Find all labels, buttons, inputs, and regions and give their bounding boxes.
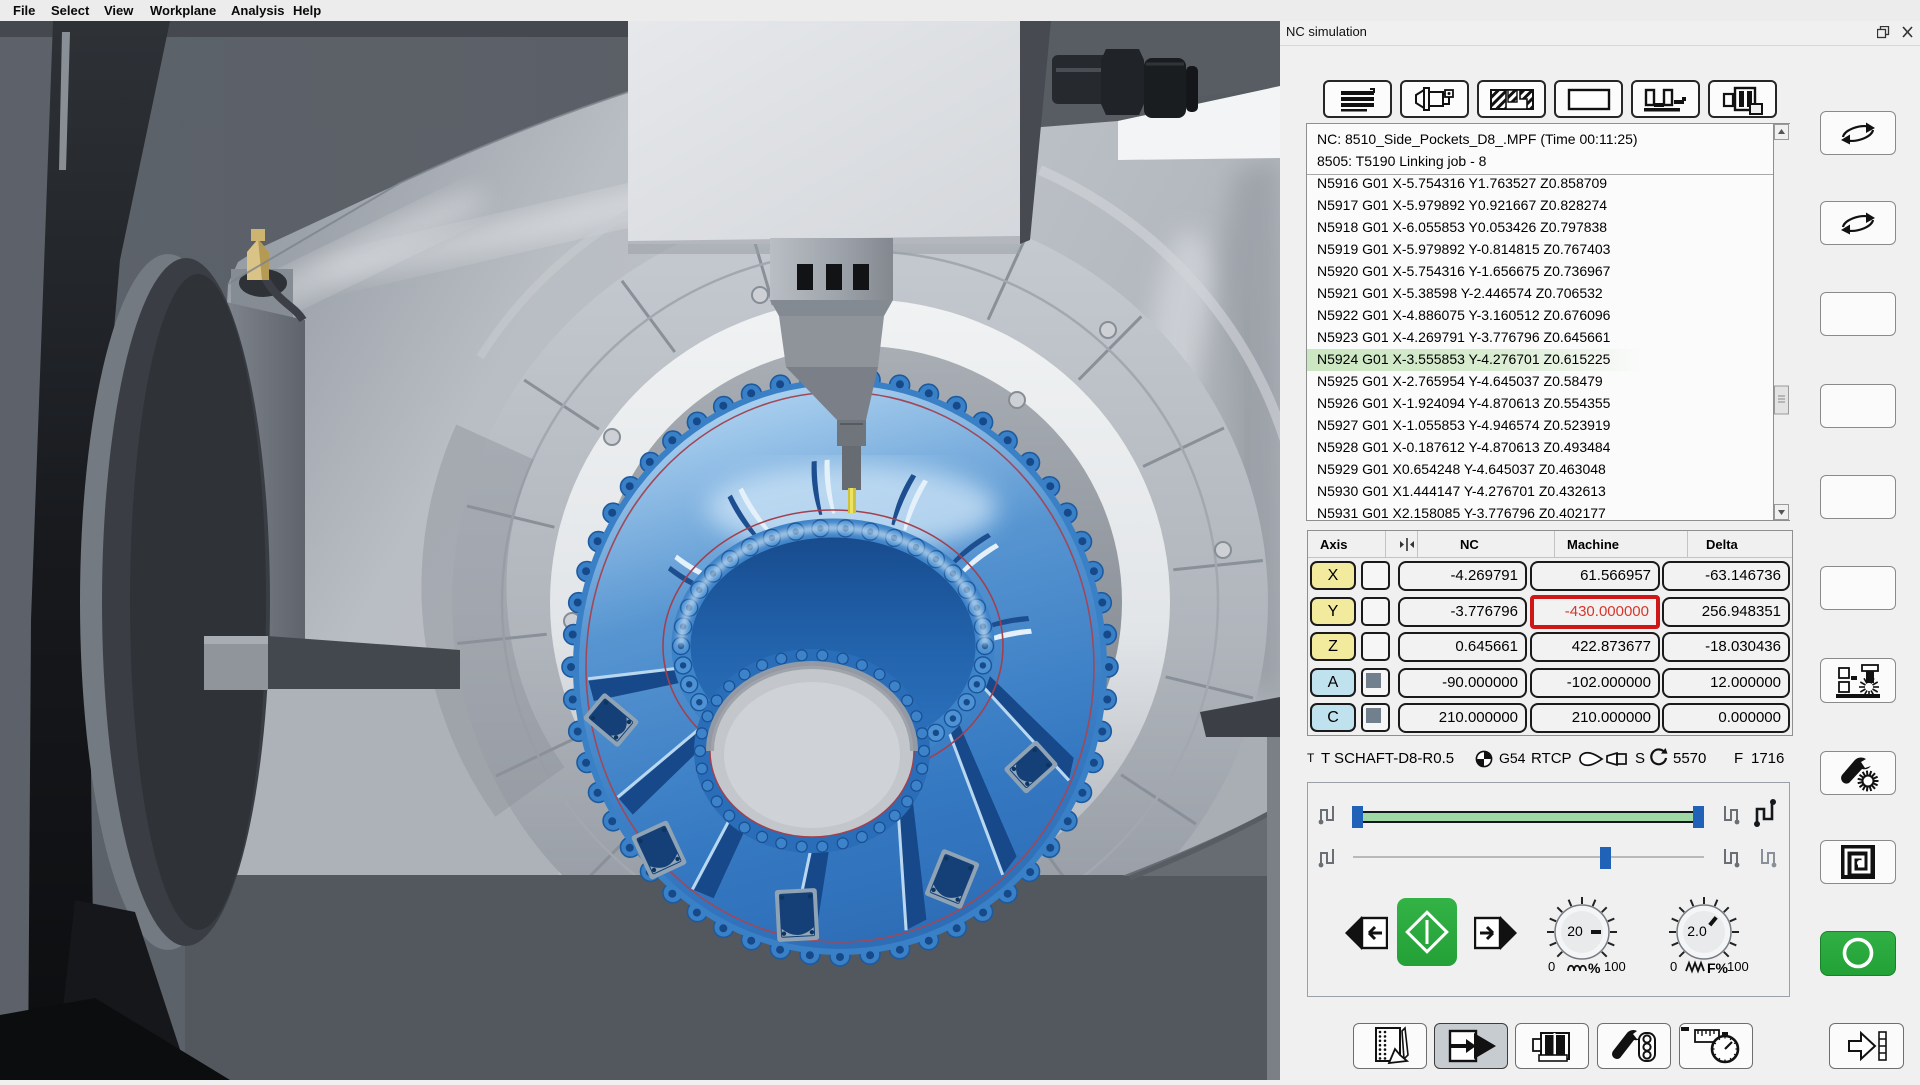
svg-text:F%: F% xyxy=(1707,960,1729,975)
svg-text:%: % xyxy=(1588,960,1601,975)
